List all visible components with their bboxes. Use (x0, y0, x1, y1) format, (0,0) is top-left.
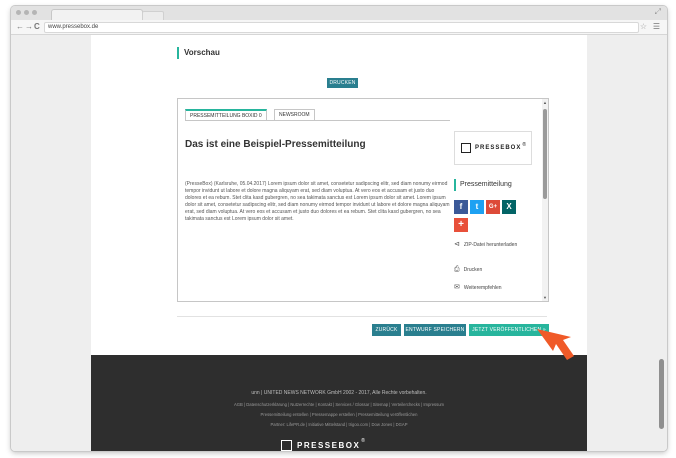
forward-arrow-icon[interactable]: → (25, 21, 33, 33)
section-divider (177, 316, 547, 317)
printer-icon: ⎙ (454, 266, 460, 273)
recommend-link[interactable]: ✉ Weiterempfehlen (454, 284, 502, 291)
address-bar[interactable]: www.pressebox.de (44, 22, 639, 33)
browser-toolbar: ← → C www.pressebox.de ☆ ☰ (11, 20, 667, 35)
title-bar: ⤢ (11, 6, 667, 21)
footer-logo-text: PRESSEBOX (297, 440, 361, 450)
menu-icon[interactable]: ☰ (653, 21, 660, 33)
reload-icon[interactable]: C (34, 21, 40, 33)
scroll-down-icon[interactable]: ▼ (543, 295, 547, 300)
browser-window: ⤢ ← → C www.pressebox.de ☆ ☰ Vorschau DR… (11, 6, 667, 451)
facebook-icon[interactable]: f (454, 200, 468, 214)
sidebar-heading: Pressemitteilung (454, 179, 512, 191)
envelope-icon: ✉ (454, 284, 460, 291)
preview-scroll-thumb[interactable] (543, 109, 547, 199)
zoom-window-icon[interactable] (32, 10, 37, 15)
footer-logo-registered-mark: ® (361, 438, 365, 444)
preview-heading: Vorschau (177, 47, 220, 59)
footer-links-secondary[interactable]: Pressemitteilung erstellen | Pressemappe… (91, 412, 587, 417)
page-scroll-thumb[interactable] (659, 359, 664, 429)
minimize-window-icon[interactable] (24, 10, 29, 15)
print-link[interactable]: ⎙ Drucken (454, 266, 483, 273)
logo-square-icon (461, 143, 471, 153)
company-logo: PRESSEBOX ® (454, 131, 532, 165)
twitter-icon[interactable]: t (470, 200, 484, 214)
site-footer: unn | UNITED NEWS NETWORK GmbH 2002 - 20… (91, 355, 587, 451)
more-share-icon[interactable]: + (454, 218, 468, 232)
back-button[interactable]: ZURÜCK (372, 324, 401, 336)
scroll-up-icon[interactable]: ▲ (543, 100, 547, 105)
close-window-icon[interactable] (16, 10, 21, 15)
logo-registered-mark: ® (522, 142, 527, 148)
share-icon: ⊲ (454, 241, 460, 248)
recommend-link-label: Weiterempfehlen (463, 285, 502, 291)
xing-icon[interactable]: X (502, 200, 516, 214)
print-link-label: Drucken (463, 267, 483, 273)
footer-links-primary[interactable]: AGB | Datenschutzerklärung | Nutzerrecht… (91, 402, 587, 407)
preview-frame: PRESSEMITTEILUNG BOXID 0 NEWSROOM Das is… (177, 98, 549, 302)
preview-scrollbar[interactable]: ▲ ▼ (542, 99, 548, 301)
print-button[interactable]: DRUCKEN (327, 78, 358, 88)
back-arrow-icon[interactable]: ← (16, 21, 24, 33)
footer-logo-square-icon (281, 439, 292, 451)
google-plus-icon[interactable]: G+ (486, 200, 500, 214)
press-release-title: Das ist eine Beispiel-Pressemitteilung (185, 139, 366, 150)
zip-download-link[interactable]: ⊲ ZIP-Datei herunterladen (454, 241, 524, 248)
page-viewport: Vorschau DRUCKEN PRESSEMITTEILUNG BOXID … (11, 35, 667, 451)
footer-logo[interactable]: PRESSEBOX ® (281, 438, 365, 451)
footer-partners[interactable]: Partner: LifePR.de | Initiative Mittelst… (91, 422, 587, 427)
press-release-body: (PresseBox) (Karlsruhe, 05.04.2017) Lore… (185, 181, 450, 222)
page-content: Vorschau DRUCKEN PRESSEMITTEILUNG BOXID … (91, 35, 587, 451)
logo-text: PRESSEBOX (475, 145, 522, 151)
tabs-divider (185, 120, 450, 121)
footer-copyright: unn | UNITED NEWS NETWORK GmbH 2002 - 20… (251, 390, 427, 396)
pointer-cursor-icon (537, 329, 574, 360)
zip-download-label: ZIP-Datei herunterladen (463, 242, 518, 248)
save-draft-button[interactable]: ENTWURF SPEICHERN (404, 324, 466, 336)
bookmark-star-icon[interactable]: ☆ (640, 21, 647, 33)
fullscreen-icon[interactable]: ⤢ (655, 7, 661, 17)
